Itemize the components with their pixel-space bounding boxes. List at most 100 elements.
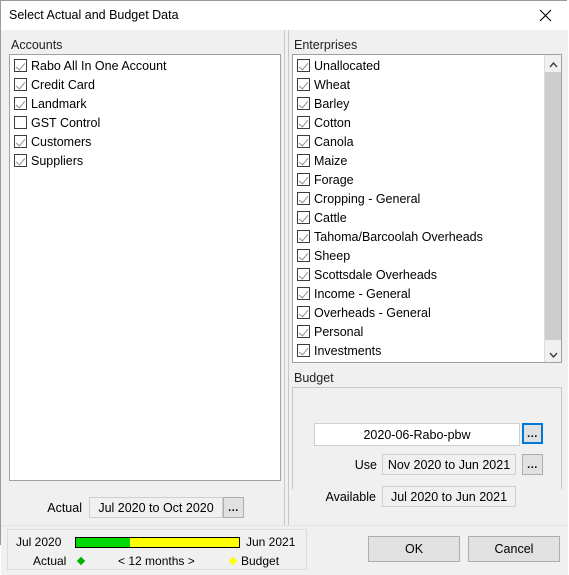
account-item-row[interactable]: Credit Card (10, 75, 280, 94)
enterprise-item-row[interactable]: Overheads - General (293, 303, 544, 322)
enterprise-item-label: Barley (314, 96, 350, 111)
enterprise-item-row[interactable]: Barley (293, 94, 544, 113)
enterprise-item-label: Sheep (314, 248, 351, 263)
accounts-group-label: Accounts (11, 38, 63, 52)
period-progress-actual (76, 538, 130, 547)
checkbox-checked-icon[interactable] (297, 306, 310, 319)
legend-budget-marker (228, 556, 238, 566)
scrollbar-thumb[interactable] (545, 72, 561, 340)
account-item-row[interactable]: Rabo All In One Account (10, 56, 280, 75)
actual-browse-button[interactable]: ... (223, 497, 244, 518)
checkbox-checked-icon[interactable] (297, 116, 310, 129)
checkbox-checked-icon[interactable] (297, 268, 310, 281)
scroll-up-button[interactable] (545, 55, 561, 72)
checkbox-checked-icon[interactable] (297, 211, 310, 224)
checkbox-checked-icon[interactable] (297, 325, 310, 338)
enterprise-item-row[interactable]: Canola (293, 132, 544, 151)
enterprise-item-row[interactable]: Maize (293, 151, 544, 170)
checkbox-checked-icon[interactable] (297, 192, 310, 205)
cancel-button[interactable]: Cancel (468, 536, 560, 562)
account-item-row[interactable]: GST Control (10, 113, 280, 132)
enterprise-item-label: Overheads - General (314, 305, 431, 320)
enterprise-item-label: Personal (314, 324, 364, 339)
budget-available-label: Available (325, 490, 376, 504)
budget-group-label: Budget (294, 371, 334, 385)
enterprises-list[interactable]: Unallocated Wheat Barley Cotton Canola Maize F… (292, 54, 562, 363)
checkbox-unchecked-icon[interactable] (14, 116, 27, 129)
budget-name-browse-button[interactable]: ... (522, 423, 543, 444)
account-item-row[interactable]: Suppliers (10, 151, 280, 170)
enterprise-item-label: Scottsdale Overheads (314, 267, 437, 282)
months-stepper-label[interactable]: < 12 months > (118, 554, 195, 568)
enterprise-item-row[interactable]: Unallocated (293, 56, 544, 75)
enterprise-item-row[interactable]: Cattle (293, 208, 544, 227)
enterprise-item-row[interactable]: Sheep (293, 246, 544, 265)
dialog-content: Accounts Rabo All In One Account Credit C… (1, 30, 568, 575)
budget-available-field: Jul 2020 to Jun 2021 (382, 486, 516, 507)
enterprise-item-row[interactable]: Income - General (293, 284, 544, 303)
accounts-list[interactable]: Rabo All In One Account Credit Card Landma… (9, 54, 281, 481)
enterprise-item-label: Cotton (314, 115, 351, 130)
enterprise-item-row[interactable]: Wheat (293, 75, 544, 94)
enterprise-item-row[interactable]: Cotton (293, 113, 544, 132)
enterprise-item-label: Income - General (314, 286, 411, 301)
enterprise-item-label: Canola (314, 134, 354, 149)
chevron-down-icon (548, 347, 558, 361)
period-status-panel: Jul 2020 Jun 2021 Actual < 12 months > B… (7, 529, 307, 570)
checkbox-checked-icon[interactable] (14, 154, 27, 167)
account-item-row[interactable]: Customers (10, 132, 280, 151)
enterprise-item-label: Maize (314, 153, 348, 168)
enterprise-item-label: Cropping - General (314, 191, 421, 206)
enterprise-item-label: Wheat (314, 77, 351, 92)
ellipsis-icon: ... (228, 501, 239, 514)
checkbox-checked-icon[interactable] (14, 59, 27, 72)
account-item-label: Landmark (31, 96, 87, 111)
account-item-label: Rabo All In One Account (31, 58, 167, 73)
panel-splitter[interactable] (284, 30, 289, 546)
budget-use-field[interactable]: Nov 2020 to Jun 2021 (382, 454, 516, 475)
scroll-down-button[interactable] (545, 345, 561, 362)
checkbox-checked-icon[interactable] (297, 344, 310, 357)
actual-period-field[interactable]: Jul 2020 to Oct 2020 (89, 497, 223, 518)
enterprise-item-row[interactable]: Cropping - General (293, 189, 544, 208)
checkbox-checked-icon[interactable] (297, 59, 310, 72)
ok-button[interactable]: OK (368, 536, 460, 562)
enterprise-item-label: Unallocated (314, 58, 381, 73)
legend-actual-label: Actual (33, 554, 67, 568)
enterprises-scrollbar[interactable] (544, 55, 561, 362)
enterprise-item-row[interactable]: Tahoma/Barcoolah Overheads (293, 227, 544, 246)
checkbox-checked-icon[interactable] (14, 78, 27, 91)
checkbox-checked-icon[interactable] (297, 249, 310, 262)
account-item-label: Credit Card (31, 77, 95, 92)
budget-use-browse-button[interactable]: ... (522, 454, 543, 475)
enterprise-item-row[interactable]: Investments (293, 341, 544, 360)
enterprises-group-label: Enterprises (294, 38, 358, 52)
checkbox-checked-icon[interactable] (14, 97, 27, 110)
enterprise-item-row[interactable]: Scottsdale Overheads (293, 265, 544, 284)
enterprise-item-label: Tahoma/Barcoolah Overheads (314, 229, 483, 244)
enterprise-item-row[interactable] (293, 360, 544, 362)
budget-name-field[interactable]: 2020-06-Rabo-pbw (314, 423, 520, 446)
checkbox-checked-icon[interactable] (297, 135, 310, 148)
checkbox-checked-icon[interactable] (297, 173, 310, 186)
checkbox-checked-icon[interactable] (297, 154, 310, 167)
checkbox-checked-icon[interactable] (297, 97, 310, 110)
dialog-footer: Jul 2020 Jun 2021 Actual < 12 months > B… (1, 525, 568, 575)
checkbox-checked-icon[interactable] (297, 287, 310, 300)
enterprise-item-row[interactable]: Forage (293, 170, 544, 189)
close-button[interactable] (523, 1, 568, 29)
checkbox-checked-icon[interactable] (14, 135, 27, 148)
budget-use-label: Use (354, 458, 377, 472)
title-bar: Select Actual and Budget Data (1, 1, 568, 30)
account-item-row[interactable]: Landmark (10, 94, 280, 113)
checkbox-checked-icon[interactable] (297, 230, 310, 243)
account-item-label: Suppliers (31, 153, 84, 168)
enterprise-item-row[interactable]: Personal (293, 322, 544, 341)
window-title: Select Actual and Budget Data (9, 8, 179, 22)
legend-actual-marker (76, 556, 86, 566)
ellipsis-icon: ... (527, 458, 538, 471)
close-icon (539, 9, 552, 22)
account-item-label: Customers (31, 134, 92, 149)
checkbox-checked-icon[interactable] (297, 78, 310, 91)
enterprise-item-label: Cattle (314, 210, 347, 225)
